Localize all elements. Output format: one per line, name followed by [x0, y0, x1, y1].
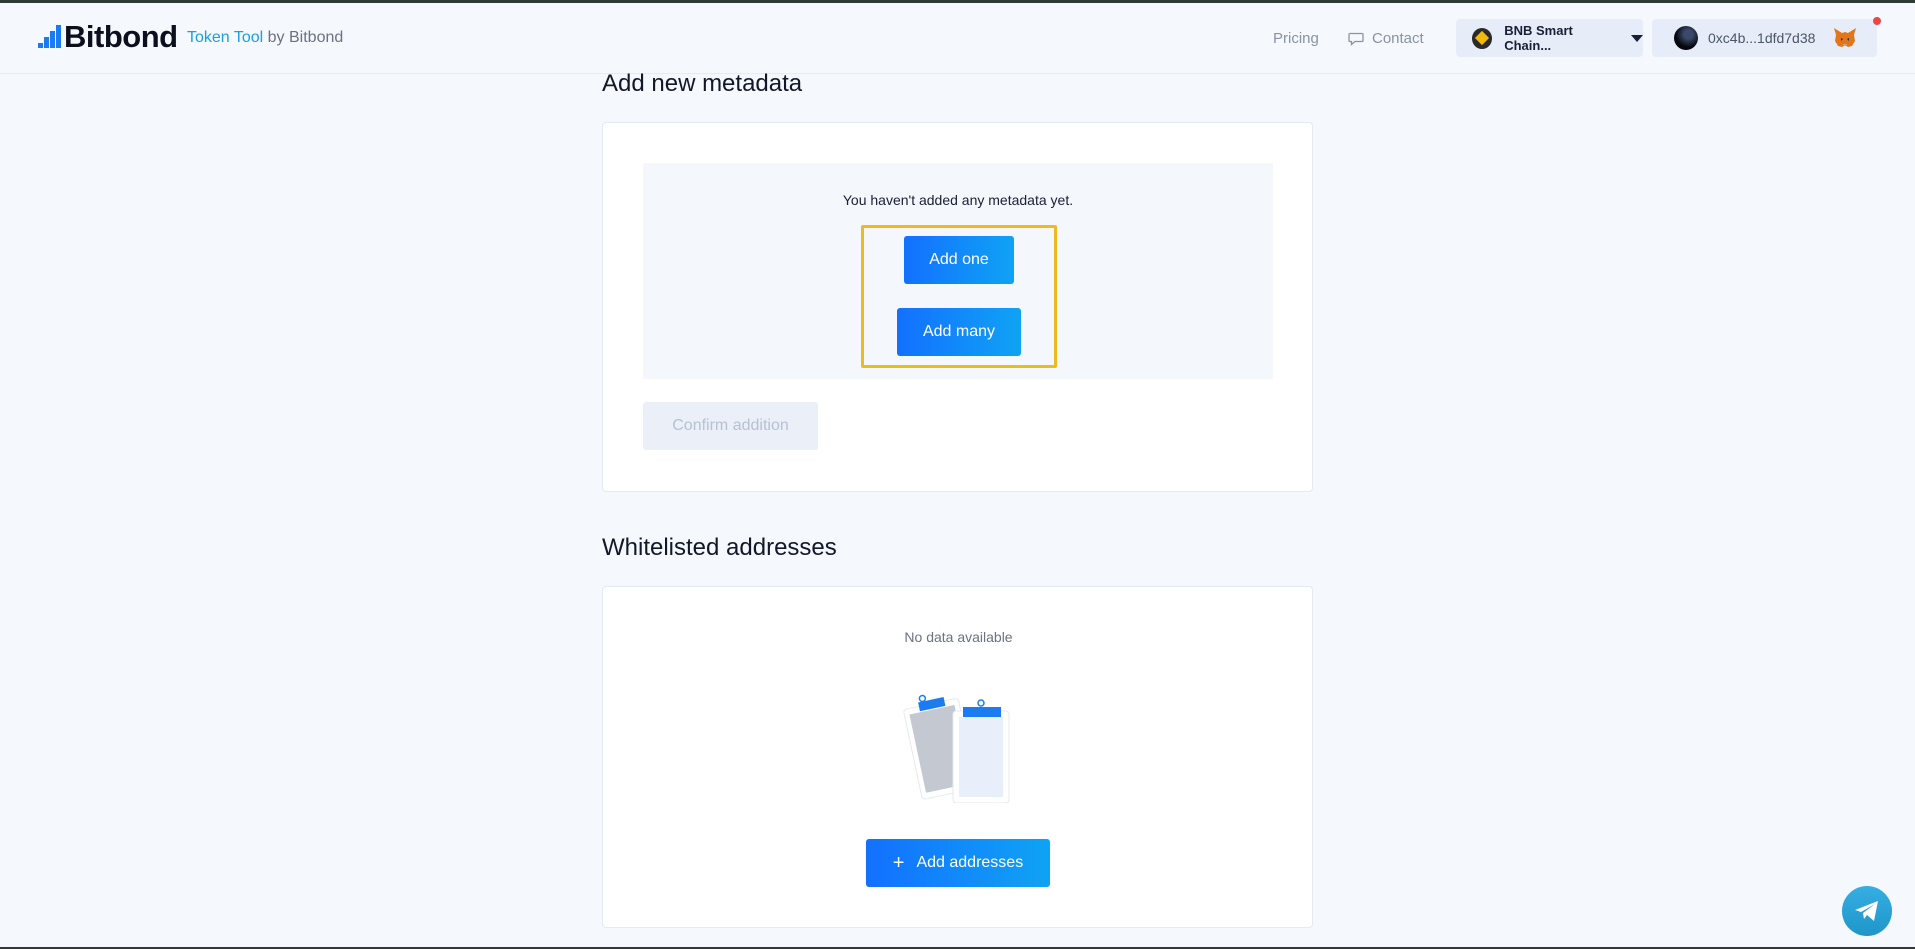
telegram-chat-button[interactable] — [1842, 886, 1892, 936]
empty-clipboard-illustration-icon — [903, 694, 1010, 803]
telegram-icon — [1855, 901, 1878, 921]
product-name: Token Tool by Bitbond — [187, 29, 343, 47]
nav-pricing-link[interactable]: Pricing — [1273, 30, 1319, 47]
bitbond-logo-icon — [38, 25, 62, 49]
whitelist-section-title: Whitelisted addresses — [602, 534, 837, 561]
whitelist-card: No data available + Add addresses — [602, 586, 1313, 928]
wallet-address: 0xc4b...1dfd7d38 — [1708, 30, 1816, 46]
bnb-icon — [1472, 27, 1493, 49]
plus-icon: + — [892, 851, 905, 874]
nav-contact-link[interactable]: Contact — [1348, 30, 1424, 47]
bitbond-logo[interactable]: Bitbond — [38, 19, 178, 55]
add-one-button[interactable]: Add one — [904, 236, 1014, 284]
metadata-empty-box: You haven't added any metadata yet. Add … — [643, 163, 1273, 379]
top-navbar: Bitbond Token Tool by Bitbond Pricing Co… — [0, 3, 1915, 74]
product-token-tool: Token Tool — [187, 29, 264, 46]
no-data-message: No data available — [904, 629, 1013, 645]
confirm-addition-button[interactable]: Confirm addition — [643, 402, 818, 450]
add-many-button[interactable]: Add many — [897, 308, 1021, 356]
contact-label: Contact — [1372, 30, 1424, 47]
metadata-card: You haven't added any metadata yet. Add … — [602, 122, 1313, 492]
metadata-empty-message: You haven't added any metadata yet. — [842, 192, 1074, 208]
pricing-label: Pricing — [1273, 30, 1319, 47]
metamask-fox-icon — [1834, 28, 1856, 47]
logo-text: Bitbond — [64, 19, 178, 54]
chevron-down-icon — [1631, 34, 1643, 42]
metadata-section-title: Add new metadata — [602, 70, 803, 97]
network-label: BNB Smart Chain... — [1504, 23, 1573, 53]
add-addresses-button[interactable]: + Add addresses — [866, 839, 1050, 887]
network-selector[interactable]: BNB Smart Chain... — [1456, 19, 1643, 57]
wallet-button[interactable]: 0xc4b...1dfd7d38 — [1652, 19, 1877, 57]
wallet-avatar — [1674, 26, 1698, 50]
chat-bubble-icon — [1348, 32, 1364, 46]
product-by: by Bitbond — [267, 29, 344, 46]
notification-dot — [1873, 17, 1881, 25]
add-addresses-label: Add addresses — [916, 854, 1024, 871]
